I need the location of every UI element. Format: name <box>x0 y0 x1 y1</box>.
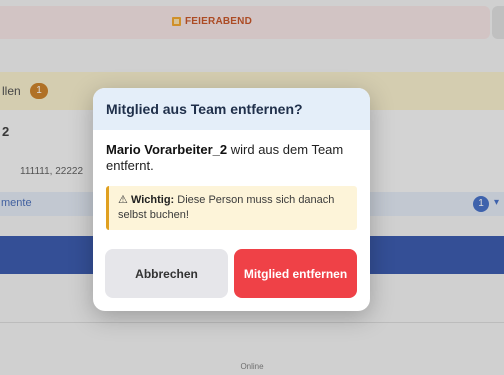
dialog-title: Mitglied aus Team entfernen? <box>106 101 303 117</box>
cancel-button[interactable]: Abbrechen <box>105 249 228 298</box>
member-name: Mario Vorarbeiter_2 <box>106 142 228 157</box>
warning-icon: ⚠ <box>118 194 128 206</box>
dialog-message: Mario Vorarbeiter_2 wird aus dem Team en… <box>106 142 357 174</box>
dialog-actions: Abbrechen Mitglied entfernen <box>105 249 357 298</box>
remove-member-button[interactable]: Mitglied entfernen <box>234 249 357 298</box>
dialog-body: Mario Vorarbeiter_2 wird aus dem Team en… <box>93 130 370 230</box>
warning-box: ⚠ Wichtig: Diese Person muss sich danach… <box>106 186 357 230</box>
warning-label: Wichtig: <box>130 194 175 206</box>
dialog-header: Mitglied aus Team entfernen? <box>93 88 370 130</box>
remove-member-dialog: Mitglied aus Team entfernen? Mario Vorar… <box>93 88 370 311</box>
